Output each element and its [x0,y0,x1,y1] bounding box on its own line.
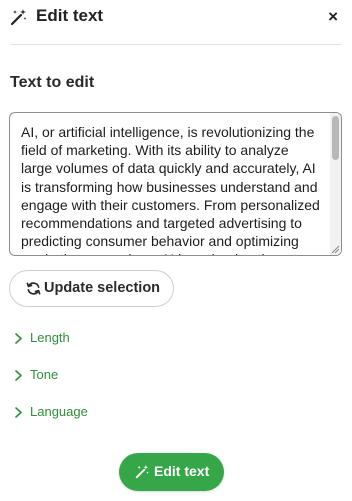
update-selection-label: Update selection [44,280,161,296]
option-language-label: Language [30,404,88,419]
text-to-edit-input[interactable]: AI, or artificial intelligence, is revol… [10,113,330,255]
option-tone-label: Tone [30,367,59,382]
panel-header: Edit text × [0,0,352,34]
edit-text-label: Edit text [154,463,210,479]
panel-title: Edit text [36,6,104,25]
close-icon[interactable]: × [328,7,338,27]
magic-wand-icon [135,464,149,479]
section-title: Text to edit [10,74,95,91]
text-to-edit-field[interactable]: AI, or artificial intelligence, is revol… [9,112,342,256]
scrollbar-thumb[interactable] [332,116,339,160]
resize-grip-icon[interactable] [331,245,340,254]
update-selection-button[interactable]: Update selection [9,270,174,307]
magic-wand-icon [10,9,27,26]
textarea-scrollbar[interactable] [330,113,341,255]
edit-text-button[interactable]: Edit text [119,453,224,491]
chevron-right-icon [15,370,22,381]
refresh-icon [26,282,41,295]
option-length-label: Length [30,330,70,345]
chevron-right-icon [15,333,22,344]
chevron-right-icon [15,407,22,418]
header-divider [10,44,342,45]
